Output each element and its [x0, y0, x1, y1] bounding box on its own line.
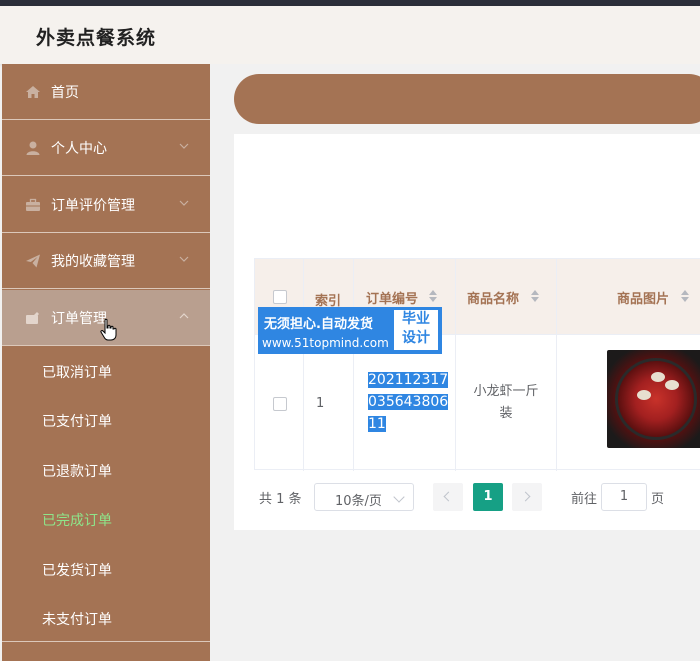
chevron-right-icon: [520, 491, 531, 502]
sort-icon[interactable]: [429, 290, 437, 302]
hand-cursor-icon: [100, 318, 117, 341]
submenu-item-cancelled-orders[interactable]: 已取消订单: [2, 346, 210, 395]
chevron-down-icon: [179, 256, 189, 262]
prev-page-button[interactable]: [433, 483, 463, 511]
page-size-select[interactable]: 10条/页: [314, 483, 414, 511]
sidebar-item-label: 个人中心: [51, 141, 107, 157]
next-page-button[interactable]: [512, 483, 542, 511]
cell-index: 1: [316, 396, 325, 411]
page-size-value: 10条/页: [335, 494, 382, 509]
plate-shape: [615, 358, 697, 440]
sidebar-divider: [2, 641, 210, 642]
garnish-shape: [637, 390, 651, 400]
submenu-item-refunded-orders[interactable]: 已退款订单: [2, 445, 210, 494]
order-no-line: 202112317: [368, 372, 449, 388]
cell-order-no: 202112317 035643806 11: [368, 369, 449, 435]
watermark-badge: 无须担心.自动发货 www.51topmind.com 毕业 设计: [258, 307, 442, 354]
chevron-down-icon: [393, 491, 405, 503]
column-divider: [303, 259, 304, 471]
sidebar-item-label: 订单评价管理: [51, 198, 135, 214]
submenu-item-completed-orders[interactable]: 已完成订单: [2, 494, 210, 543]
sidebar-item-profile[interactable]: 个人中心: [2, 120, 210, 176]
chevron-left-icon: [443, 491, 454, 502]
order-no-line: 11: [368, 416, 386, 432]
page-suffix-label: 页: [651, 492, 665, 507]
home-icon: [26, 86, 40, 98]
garnish-shape: [665, 380, 679, 390]
submenu-item-label: 已支付订单: [42, 414, 112, 430]
goto-label: 前往: [571, 492, 598, 507]
chevron-down-icon: [179, 143, 189, 149]
submenu-item-label: 已完成订单: [42, 513, 112, 529]
sort-icon[interactable]: [531, 290, 539, 302]
goto-page-input[interactable]: 1: [601, 483, 647, 511]
user-icon: [26, 141, 40, 155]
column-header-order-no[interactable]: 订单编号: [366, 288, 418, 307]
watermark-text: 无须担心.自动发货: [264, 317, 373, 332]
sidebar-item-label: 首页: [51, 85, 79, 101]
submenu-item-label: 已取消订单: [42, 365, 112, 381]
product-image[interactable]: [607, 350, 700, 448]
cell-product-name: 小龙虾一斤 装: [466, 381, 546, 425]
sort-icon[interactable]: [681, 290, 689, 302]
column-header-product-name[interactable]: 商品名称: [467, 288, 519, 307]
folder-icon: [26, 312, 39, 324]
page-number-current[interactable]: 1: [473, 483, 503, 511]
column-divider: [455, 259, 456, 471]
sidebar-item-home[interactable]: 首页: [2, 64, 210, 120]
product-name-line: 小龙虾一斤: [473, 384, 539, 399]
submenu-item-paid-orders[interactable]: 已支付订单: [2, 395, 210, 444]
page-banner: [234, 74, 700, 124]
sidebar-item-order-review[interactable]: 订单评价管理: [2, 177, 210, 233]
chevron-down-icon: [179, 200, 189, 206]
watermark-badge-line: 毕业: [402, 311, 430, 327]
sidebar: 首页 个人中心 订单评价管理 我的收藏管理 订单管理 已取消订单 已支付订单 已…: [2, 64, 210, 661]
submenu-item-label: 未支付订单: [42, 612, 112, 628]
chevron-up-icon: [179, 313, 189, 319]
column-divider: [556, 259, 557, 471]
select-all-checkbox[interactable]: [273, 290, 287, 304]
column-header-product-image[interactable]: 商品图片: [617, 288, 669, 307]
submenu-item-shipped-orders[interactable]: 已发货订单: [2, 544, 210, 593]
watermark-badge-box: 毕业 设计: [394, 310, 438, 350]
row-checkbox[interactable]: [273, 397, 287, 411]
watermark-url: www.51topmind.com: [262, 336, 389, 350]
submenu-item-label: 已发货订单: [42, 563, 112, 579]
paper-plane-icon: [26, 254, 40, 268]
submenu-item-unpaid-orders[interactable]: 未支付订单: [2, 593, 210, 642]
submenu-item-label: 已退款订单: [42, 464, 112, 480]
column-divider: [353, 259, 354, 471]
sidebar-item-label: 我的收藏管理: [51, 254, 135, 270]
garnish-shape: [651, 372, 665, 382]
order-no-line: 035643806: [368, 394, 449, 410]
app-title: 外卖点餐系统: [36, 27, 157, 49]
watermark-badge-line: 设计: [402, 330, 430, 346]
sidebar-item-favorites[interactable]: 我的收藏管理: [2, 233, 210, 289]
pagination-total: 共 1 条: [259, 492, 302, 507]
orders-table: 索引 订单编号 商品名称 商品图片 1 202112317 035643806 …: [254, 258, 700, 471]
product-name-line: 装: [499, 406, 513, 421]
app-header: 外卖点餐系统: [0, 6, 700, 64]
briefcase-icon: [26, 198, 40, 211]
